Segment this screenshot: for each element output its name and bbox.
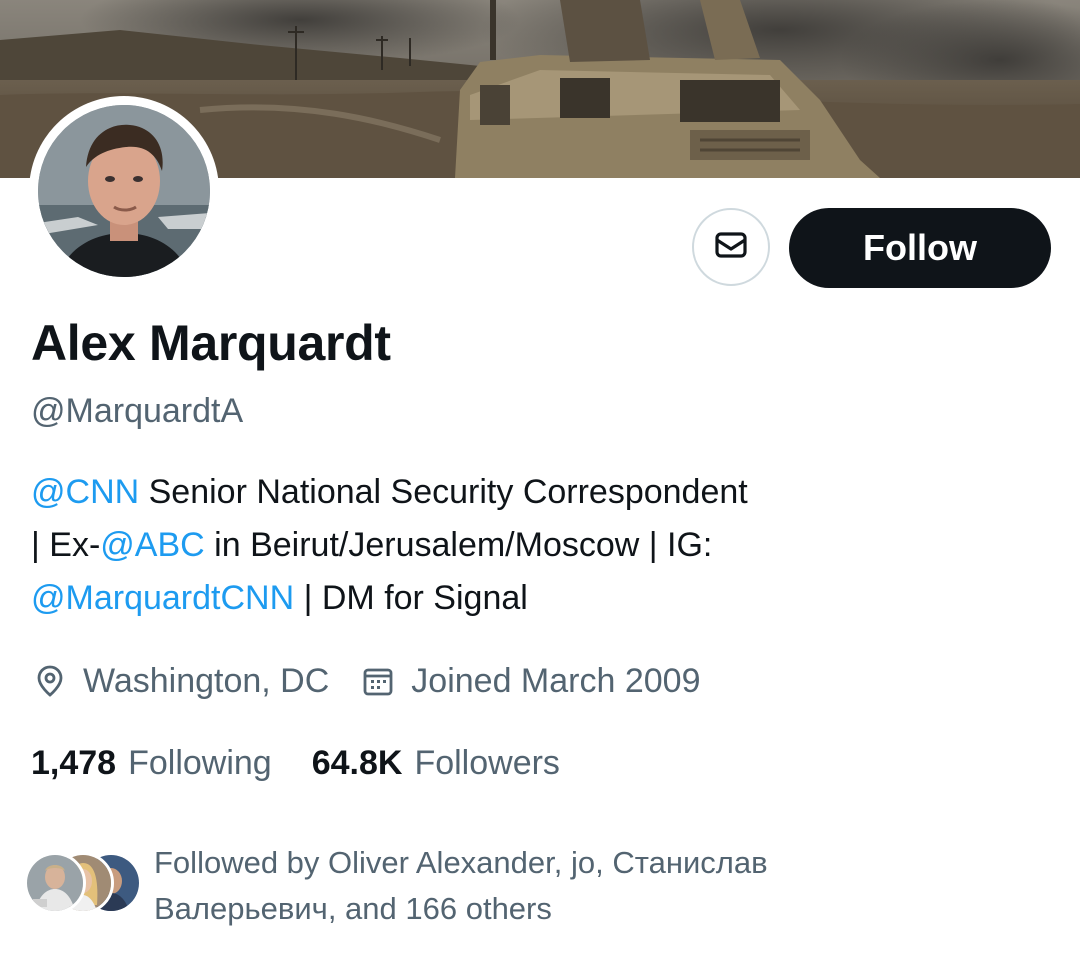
profile-handle: @MarquardtA xyxy=(31,392,244,430)
followers-link[interactable]: 64.8K Followers xyxy=(312,744,560,783)
followed-by-line-2: Валерьевич, and 166 others xyxy=(154,891,552,926)
location-pin-icon xyxy=(31,662,69,700)
message-button[interactable] xyxy=(692,208,770,286)
follow-button[interactable]: Follow xyxy=(789,208,1051,288)
avatar-image xyxy=(38,105,210,277)
mention-link-cnn[interactable]: @CNN xyxy=(31,473,139,511)
followers-label: Followers xyxy=(414,743,560,782)
follower-avatar xyxy=(24,852,86,914)
bio-line-1: @CNN Senior National Security Correspond… xyxy=(31,466,1031,519)
envelope-icon xyxy=(711,225,751,270)
profile-meta: Washington, DC Joined March 2009 xyxy=(31,656,730,706)
followed-by-line-1: Followed by Oliver Alexander, jo, Станис… xyxy=(154,845,768,880)
bio-text: | DM for Signal xyxy=(294,579,528,617)
mention-link-abc[interactable]: @ABC xyxy=(100,526,204,564)
followers-count: 64.8K xyxy=(311,743,403,782)
following-count: 1,478 xyxy=(31,743,117,782)
bio-line-2: | Ex-@ABC in Beirut/Jerusalem/Moscow | I… xyxy=(31,519,1031,572)
profile-name: Alex Marquardt xyxy=(31,315,391,371)
bio-text: Senior National Security Correspondent xyxy=(139,473,748,511)
bio-text: | Ex- xyxy=(31,526,101,564)
following-link[interactable]: 1,478 Following xyxy=(31,744,272,783)
bio-line-3: @MarquardtCNN | DM for Signal xyxy=(31,572,1031,625)
joined-item: Joined March 2009 xyxy=(359,662,700,701)
calendar-icon xyxy=(359,662,397,700)
joined-text: Joined March 2009 xyxy=(411,661,701,700)
location-item: Washington, DC xyxy=(31,662,329,701)
location-text: Washington, DC xyxy=(83,661,330,700)
profile-bio: @CNN Senior National Security Correspond… xyxy=(31,466,1031,625)
profile-stats: 1,478 Following 64.8K Followers xyxy=(31,738,600,788)
followed-by-text[interactable]: Followed by Oliver Alexander, jo, Станис… xyxy=(154,840,1034,932)
bio-text: in Beirut/Jerusalem/Moscow | IG: xyxy=(204,526,713,564)
following-label: Following xyxy=(128,743,272,782)
profile-avatar[interactable] xyxy=(29,96,219,286)
mention-link-marquardtcnn[interactable]: @MarquardtCNN xyxy=(31,579,294,617)
followed-by-avatars[interactable] xyxy=(24,852,142,914)
